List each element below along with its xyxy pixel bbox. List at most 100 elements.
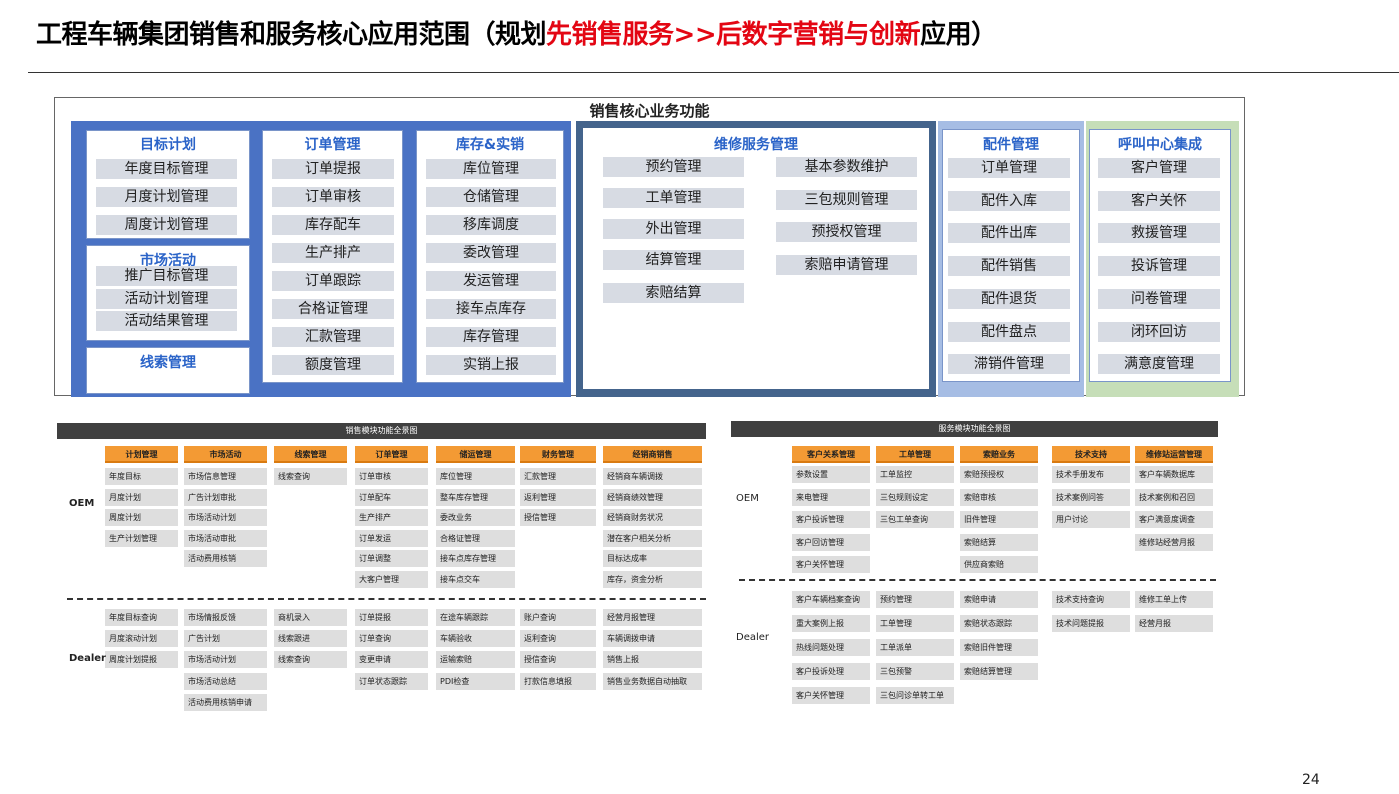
sales-oem-item: 库存，资金分析 [603, 571, 702, 588]
sales-oem-item: 生产计划管理 [105, 529, 178, 547]
sales-oem-item: 库位管理 [436, 468, 515, 485]
parts-item: 配件退货 [948, 289, 1070, 309]
sales-oem-item: 线索查询 [274, 468, 347, 485]
service-dealer-item: 工单管理 [876, 615, 954, 632]
service-dealer-item: 客户投诉处理 [792, 663, 870, 680]
sales-map-header: 销售模块功能全景图 [57, 423, 706, 439]
service-oem-item: 技术案例问答 [1052, 488, 1130, 506]
sales-oem-item: 市场信息管理 [184, 468, 267, 485]
sales-oem-item: 授信管理 [520, 509, 596, 527]
repair-item: 工单管理 [603, 188, 744, 208]
sales-dealer-item: 线索查询 [274, 651, 347, 669]
sales-oem-item: 大客户管理 [355, 571, 428, 588]
stock-item: 库位管理 [426, 159, 556, 179]
sales-oem-item: 订单配车 [355, 488, 428, 506]
sales-oem-item: 经销商财务状况 [603, 509, 702, 527]
service-divider [739, 579, 1216, 581]
callcenter-item: 客户关怀 [1098, 191, 1220, 211]
service-dealer-item: 技术问题提报 [1052, 615, 1130, 632]
order-management-title: 订单管理 [304, 137, 361, 153]
service-oem-item: 技术案例和召回 [1135, 488, 1213, 506]
service-dealer-item: 预约管理 [876, 591, 954, 608]
sales-column-header: 线索管理 [274, 446, 347, 463]
sales-dealer-item: 车辆验收 [436, 630, 515, 648]
service-oem-item: 客户车辆数据库 [1135, 466, 1213, 483]
repair-item: 结算管理 [603, 250, 744, 270]
service-oem-item: 索赔预授权 [960, 466, 1038, 483]
stock-sales-box: 库存&实销 库位管理 仓储管理 移库调度 委改管理 发运管理 接车点库存 库存管… [416, 130, 564, 383]
order-item: 汇款管理 [272, 327, 394, 347]
market-item: 推广目标管理 [96, 266, 237, 286]
sales-dealer-label: Dealer [69, 653, 106, 664]
parts-item: 配件盘点 [948, 322, 1070, 342]
service-oem-item: 索赔结算 [960, 533, 1038, 551]
callcenter-item: 问卷管理 [1098, 289, 1220, 309]
service-oem-item: 客户关怀管理 [792, 556, 870, 574]
leads-box: 线索管理 [86, 347, 250, 394]
service-dealer-label: Dealer [736, 632, 770, 643]
sales-oem-item: 接车点库存管理 [436, 550, 515, 568]
stock-sales-title: 库存&实销 [455, 137, 525, 153]
target-plan-box: 目标计划 年度目标管理 月度计划管理 周度计划管理 [86, 130, 250, 239]
service-oem-item: 工单监控 [876, 466, 954, 483]
sales-dealer-item: 订单状态跟踪 [355, 672, 428, 690]
service-map-header: 服务模块功能全景图 [731, 421, 1218, 437]
sales-oem-item: 整车库存管理 [436, 488, 515, 506]
service-dealer-item: 索赔申请 [960, 591, 1038, 608]
title-arrows: >> [673, 20, 717, 50]
sales-dealer-item: 变更申请 [355, 651, 428, 669]
sales-module-map: 计划管理 年度目标 月度计划 周度计划 生产计划管理 年度目标查询 月度滚动计划 周度计划提报… [57, 440, 706, 720]
sales-column-header: 储运管理 [436, 446, 515, 463]
service-oem-item: 客户回访管理 [792, 533, 870, 551]
sales-oem-item: 年度目标 [105, 468, 178, 485]
parts-item: 配件销售 [948, 256, 1070, 276]
sales-divider [67, 598, 706, 600]
service-oem-item: 维修站经营月报 [1135, 533, 1213, 551]
sales-dealer-item: 订单查询 [355, 630, 428, 648]
callcenter-group: 呼叫中心集成 客户管理 客户关怀 救援管理 投诉管理 问卷管理 闭环回访 满意度… [1086, 121, 1239, 397]
service-dealer-item: 客户车辆档案查询 [792, 591, 870, 608]
sales-oem-item: 订单发运 [355, 529, 428, 547]
sales-dealer-item: 周度计划提报 [105, 651, 178, 669]
sales-dealer-item: 市场活动计划 [184, 651, 267, 669]
sales-dealer-item: 广告计划 [184, 630, 267, 648]
repair-item: 基本参数维护 [776, 157, 917, 177]
sales-oem-item: 生产排产 [355, 509, 428, 527]
sales-oem-item: 市场活动计划 [184, 509, 267, 527]
title-highlight-sales: 先销售服务 [546, 20, 674, 50]
sales-dealer-item: 经营月报管理 [603, 609, 702, 626]
market-activity-box: 市场活动 推广目标管理 活动计划管理 活动结果管理 [86, 245, 250, 341]
service-dealer-item: 索赔状态跟踪 [960, 615, 1038, 632]
stock-item: 移库调度 [426, 215, 556, 235]
order-item: 订单跟踪 [272, 271, 394, 291]
sales-oem-item: 潜在客户相关分析 [603, 529, 702, 547]
sales-dealer-item: 返利查询 [520, 630, 596, 648]
service-oem-item: 三包规则设定 [876, 488, 954, 506]
service-dealer-item: 工单派单 [876, 639, 954, 656]
repair-item: 预约管理 [603, 157, 744, 177]
callcenter-item: 救援管理 [1098, 223, 1220, 243]
sales-dealer-item: 销售上报 [603, 651, 702, 669]
sales-oem-item: 月度计划 [105, 488, 178, 506]
title-prefix: 工程车辆集团销售和服务核心应用范围（规划 [36, 20, 547, 50]
service-oem-item: 技术手册发布 [1052, 466, 1130, 483]
stock-item: 委改管理 [426, 243, 556, 263]
service-dealer-item: 热线问题处理 [792, 639, 870, 656]
service-oem-item: 客户满意度调查 [1135, 511, 1213, 529]
sales-oem-item: 委改业务 [436, 509, 515, 527]
service-oem-item: 供应商索赔 [960, 556, 1038, 574]
service-module-map: 客户关系管理 参数设置 来电管理 客户投诉管理 客户回访管理 客户关怀管理 客户车辆档案查询… [731, 437, 1218, 712]
repair-item: 三包规则管理 [776, 190, 917, 210]
stock-item: 接车点库存 [426, 299, 556, 319]
page-title: 工程车辆集团销售和服务核心应用范围（规划先销售服务>>后数字营销与创新应用） [36, 14, 997, 51]
sales-column-header: 订单管理 [355, 446, 428, 463]
sales-oem-item: 返利管理 [520, 488, 596, 506]
callcenter-item: 闭环回访 [1098, 322, 1220, 342]
sales-column-header: 财务管理 [520, 446, 596, 463]
service-column-header: 维修站运营管理 [1135, 446, 1213, 463]
order-item: 额度管理 [272, 355, 394, 375]
sales-column-header: 市场活动 [184, 446, 267, 463]
parts-item: 配件入库 [948, 191, 1070, 211]
service-oem-item: 用户讨论 [1052, 511, 1130, 529]
service-oem-item: 旧件管理 [960, 511, 1038, 529]
